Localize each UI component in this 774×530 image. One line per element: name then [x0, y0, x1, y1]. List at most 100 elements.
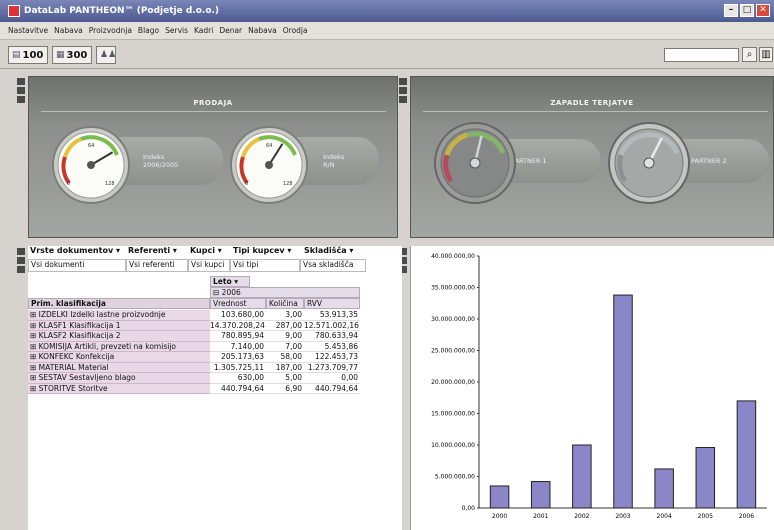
- menu-servis[interactable]: Servis: [165, 26, 188, 35]
- menu-kadri[interactable]: Kadri: [194, 26, 213, 35]
- year-field-header[interactable]: Leto ▾: [210, 276, 250, 287]
- left-splitter-bottom[interactable]: [16, 246, 26, 530]
- collapse-icon[interactable]: [17, 87, 25, 94]
- toolbar-300-label: 300: [66, 49, 88, 61]
- gauge-hub: [265, 161, 273, 169]
- table-cell: 1.273.709,77: [304, 363, 360, 373]
- filter-sales-reps[interactable]: Referenti ▾: [128, 246, 177, 259]
- title-bar: DataLab PANTHEON™ (Podjetje d.o.o.) – □ …: [0, 0, 774, 22]
- menu-nastavitve[interactable]: Nastavitve: [8, 26, 48, 35]
- bar-2002[interactable]: [572, 444, 592, 509]
- gauge-2: 0 64 128: [230, 126, 308, 204]
- minimize-button[interactable]: –: [724, 4, 738, 17]
- table-cell: 12.571.002,16: [304, 320, 360, 331]
- partner-2-label: PARTNER 2: [691, 157, 727, 165]
- users-icon: ♟♟: [100, 50, 117, 60]
- menu-nabava[interactable]: Nabava: [54, 26, 83, 35]
- close-button[interactable]: ✕: [756, 4, 770, 17]
- menu-orodja[interactable]: Orodja: [283, 26, 308, 35]
- menu-denar[interactable]: Denar: [219, 26, 242, 35]
- table-cell: 440.794,64: [304, 384, 360, 394]
- sales-panel-title: PRODAJA: [193, 99, 233, 107]
- chart-icon[interactable]: ▥: [759, 47, 773, 62]
- filter-customers[interactable]: Kupci ▾: [190, 246, 222, 259]
- gauge-mid: 64: [266, 143, 272, 149]
- collapse-icon[interactable]: [399, 87, 407, 94]
- mid-splitter-top[interactable]: [398, 76, 408, 236]
- filter-document-types[interactable]: Vrste dokumentov ▾: [30, 246, 120, 259]
- menu-proizvodnja[interactable]: Proizvodnja: [89, 26, 132, 35]
- collapse-icon[interactable]: [17, 96, 25, 103]
- gauge-hub: [643, 157, 655, 169]
- table-cell: 7,00: [266, 342, 304, 352]
- sales-panel: PRODAJA Indeks 2006/2005 0 64 128 Indeks…: [28, 76, 398, 238]
- bar-2006[interactable]: [736, 400, 757, 509]
- pivot-table: Vrste dokumentov ▾ Vsi dokumenti Referen…: [28, 246, 402, 530]
- search-input[interactable]: [664, 48, 739, 62]
- table-cell: 103.680,00: [210, 310, 266, 321]
- toolbar-100-button[interactable]: ▤ 100: [8, 46, 48, 64]
- x-tick-label: 2005: [698, 513, 713, 520]
- collapse-icon[interactable]: [399, 78, 407, 85]
- table-cell: 58,00: [266, 352, 304, 363]
- gauge-min: 0: [245, 181, 248, 187]
- pivot-filter-row: Vrste dokumentov ▾ Vsi dokumenti Referen…: [28, 246, 402, 272]
- filter-customer-types-value[interactable]: Vsi tipi: [230, 259, 300, 272]
- bar-chart: 0,00 5.000.000,00 10.000.000,00 15.000.000,…: [410, 246, 774, 530]
- toolbar: ▤ 100 ▦ 300 ♟♟ ⌕ ▥: [0, 41, 774, 69]
- filter-warehouses-value[interactable]: Vsa skladišča: [300, 259, 366, 272]
- x-tick-label: 2001: [533, 513, 548, 520]
- toolbar-300-button[interactable]: ▦ 300: [52, 46, 92, 64]
- y-tick-label: 15.000.000,00: [431, 411, 475, 418]
- menu-blago[interactable]: Blago: [138, 26, 159, 35]
- table-row-label[interactable]: ⊞ SESTAV Sestavljeno blago: [28, 373, 210, 384]
- table-cell: 780.633,94: [304, 331, 360, 342]
- x-tick-label: 2006: [739, 513, 754, 520]
- magnifier-icon[interactable]: ⌕: [742, 47, 757, 62]
- filter-warehouses[interactable]: Skladišča ▾: [304, 246, 353, 259]
- bar-2001[interactable]: [530, 481, 551, 509]
- filter-customers-value[interactable]: Vsi kupci: [188, 259, 230, 272]
- table-cell: 630,00: [210, 373, 266, 384]
- bar-2005[interactable]: [695, 447, 716, 509]
- table-row-label[interactable]: ⊞ KLASF2 Klasifikacija 2: [28, 331, 210, 342]
- gauge-label-line2: R/N: [323, 161, 335, 169]
- table-row-label[interactable]: ⊞ KONFEKC Konfekcija: [28, 352, 210, 363]
- filter-customer-types[interactable]: Tipi kupcev ▾: [233, 246, 291, 259]
- filter-document-types-value[interactable]: Vsi dokumenti: [28, 259, 126, 272]
- x-tick-label: 2003: [615, 513, 630, 520]
- menu-nabava-2[interactable]: Nabava: [248, 26, 277, 35]
- gauge-label-line2: 2006/2005: [143, 161, 179, 169]
- table-row-label[interactable]: ⊞ KOMISIJA Artikli, prevzeti na komisijo: [28, 341, 210, 352]
- filter-sales-reps-value[interactable]: Vsi referenti: [126, 259, 188, 272]
- y-tick-label: 20.000.000,00: [431, 379, 475, 386]
- collapse-icon[interactable]: [17, 248, 25, 255]
- collapse-icon[interactable]: [399, 96, 407, 103]
- collapse-icon[interactable]: [17, 266, 25, 273]
- maximize-button[interactable]: □: [740, 4, 754, 17]
- table-row-label[interactable]: ⊞ MATERIAL Material: [28, 362, 210, 373]
- receivables-panel: ZAPADLE TERJATVE PARTNER 1 PARTNER 2: [410, 76, 774, 238]
- collapse-icon[interactable]: [17, 78, 25, 85]
- gauge-label-line1: Indeks: [323, 153, 345, 161]
- collapse-icon[interactable]: [17, 257, 25, 264]
- table-cell: 287,00: [266, 321, 304, 331]
- toolbar-users-button[interactable]: ♟♟: [96, 46, 116, 64]
- table-cell: 5,00: [266, 373, 304, 384]
- left-splitter-top[interactable]: [16, 76, 26, 236]
- chart-plot: 0,00 5.000.000,00 10.000.000,00 15.000.000,…: [431, 253, 767, 520]
- y-tick-label: 5.000.000,00: [435, 474, 475, 481]
- year-value-header[interactable]: ⊟ 2006: [210, 287, 360, 298]
- partner-1-gauge: [434, 122, 516, 204]
- bar-2000[interactable]: [489, 485, 510, 509]
- table-cell: 14.370.208,24: [210, 320, 266, 331]
- table-row-label[interactable]: ⊞ IZDELKI Izdelki lastne proizvodnje: [28, 310, 210, 321]
- table-cell: 780.895,94: [210, 331, 266, 342]
- row-field-header[interactable]: Prim. klasifikacija: [28, 298, 210, 309]
- table-row-label[interactable]: ⊞ KLASF1 Klasifikacija 1: [28, 320, 210, 331]
- table-row-label[interactable]: ⊞ STORITVE Storitve: [28, 383, 210, 394]
- bar-2004[interactable]: [654, 468, 674, 509]
- bar-2003[interactable]: [613, 294, 633, 509]
- column-header-quantity: Količina: [266, 298, 304, 309]
- table-cell: 1.305.725,11: [210, 363, 266, 373]
